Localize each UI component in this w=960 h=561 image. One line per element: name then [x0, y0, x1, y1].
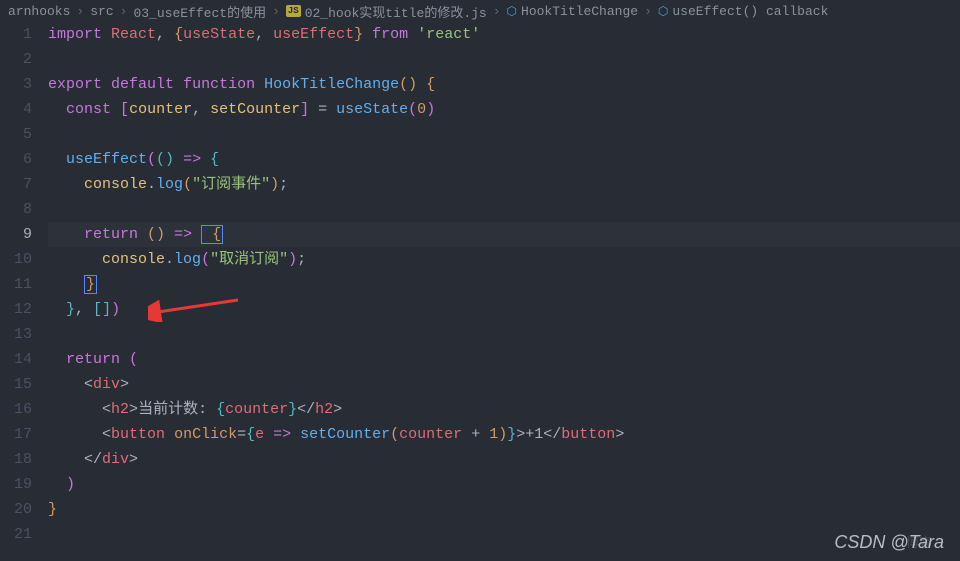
code-line[interactable]: useEffect(() => { — [48, 147, 960, 172]
chevron-right-icon: › — [493, 4, 501, 19]
line-number: 19 — [0, 472, 32, 497]
breadcrumb-item[interactable]: JS02_hook实现title的修改.js — [286, 2, 487, 21]
line-number: 1 — [0, 22, 32, 47]
line-number: 13 — [0, 322, 32, 347]
line-number: 17 — [0, 422, 32, 447]
code-line[interactable] — [48, 322, 960, 347]
code-line[interactable]: return ( — [48, 347, 960, 372]
breadcrumb-item[interactable]: ⬡useEffect() callback — [658, 4, 829, 19]
line-number: 18 — [0, 447, 32, 472]
chevron-right-icon: › — [120, 4, 128, 19]
line-number: 5 — [0, 122, 32, 147]
line-number: 9 — [0, 222, 32, 247]
line-number: 11 — [0, 272, 32, 297]
chevron-right-icon: › — [644, 4, 652, 19]
symbol-icon: ⬡ — [658, 4, 668, 19]
line-number: 6 — [0, 147, 32, 172]
line-number: 21 — [0, 522, 32, 547]
code-line[interactable]: ) — [48, 472, 960, 497]
line-number: 2 — [0, 47, 32, 72]
js-file-icon: JS — [286, 5, 301, 17]
code-line[interactable]: import React, {useState, useEffect} from… — [48, 22, 960, 47]
line-number: 15 — [0, 372, 32, 397]
breadcrumb[interactable]: arnhooks › src › 03_useEffect的使用 › JS02_… — [0, 0, 960, 22]
line-number: 12 — [0, 297, 32, 322]
code-line[interactable]: console.log("取消订阅"); — [48, 247, 960, 272]
code-editor[interactable]: 1 2 3 4 5 6 7 8 9 10 11 12 13 14 15 16 1… — [0, 22, 960, 561]
line-number: 7 — [0, 172, 32, 197]
breadcrumb-item[interactable]: src — [90, 4, 113, 19]
code-line[interactable]: } — [48, 497, 960, 522]
code-line[interactable] — [48, 122, 960, 147]
breadcrumb-item[interactable]: arnhooks — [8, 4, 70, 19]
line-number: 20 — [0, 497, 32, 522]
chevron-right-icon: › — [272, 4, 280, 19]
code-line[interactable] — [48, 197, 960, 222]
code-line[interactable]: </div> — [48, 447, 960, 472]
breadcrumb-item[interactable]: ⬡HookTitleChange — [507, 4, 639, 19]
code-line[interactable]: <div> — [48, 372, 960, 397]
line-number-gutter: 1 2 3 4 5 6 7 8 9 10 11 12 13 14 15 16 1… — [0, 22, 48, 561]
code-line[interactable]: <h2>当前计数: {counter}</h2> — [48, 397, 960, 422]
breadcrumb-item[interactable]: 03_useEffect的使用 — [133, 2, 266, 21]
code-line[interactable] — [48, 47, 960, 72]
line-number: 3 — [0, 72, 32, 97]
line-number: 4 — [0, 97, 32, 122]
line-number: 14 — [0, 347, 32, 372]
code-line[interactable]: console.log("订阅事件"); — [48, 172, 960, 197]
line-number: 10 — [0, 247, 32, 272]
chevron-right-icon: › — [76, 4, 84, 19]
code-content[interactable]: import React, {useState, useEffect} from… — [48, 22, 960, 561]
code-line[interactable]: const [counter, setCounter] = useState(0… — [48, 97, 960, 122]
watermark: CSDN @Tara — [834, 532, 944, 553]
code-line[interactable] — [48, 522, 960, 547]
line-number: 8 — [0, 197, 32, 222]
code-line[interactable]: }, []) — [48, 297, 960, 322]
code-line[interactable]: export default function HookTitleChange(… — [48, 72, 960, 97]
line-number: 16 — [0, 397, 32, 422]
code-line[interactable]: return () => { — [48, 222, 960, 247]
symbol-icon: ⬡ — [507, 4, 517, 19]
code-line[interactable]: } — [48, 272, 960, 297]
code-line[interactable]: <button onClick={e => setCounter(counter… — [48, 422, 960, 447]
